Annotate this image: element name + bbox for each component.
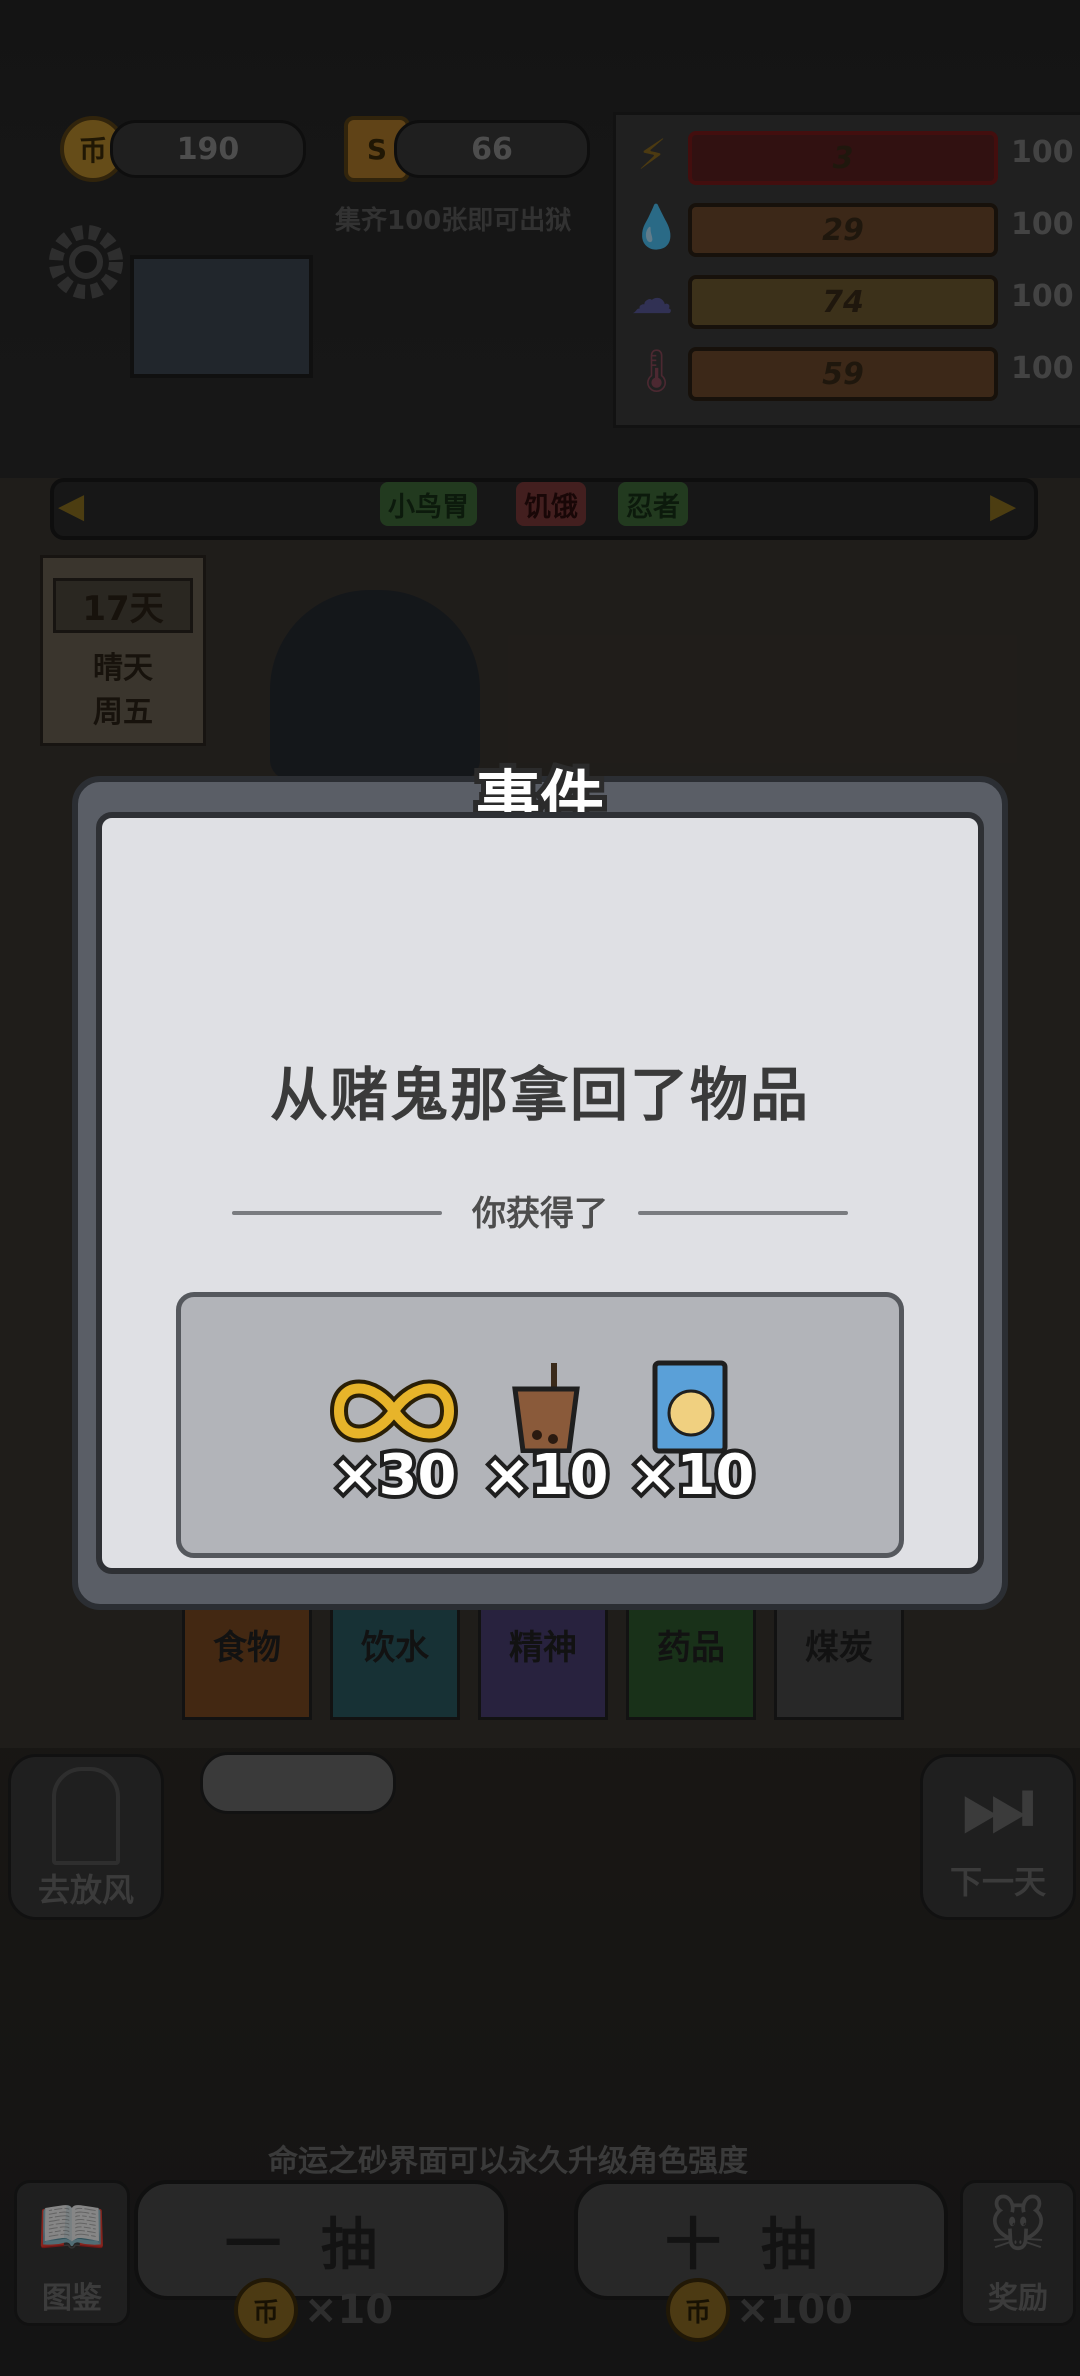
energy-bar: 3 [688,131,998,185]
reward-label: 奖励 [988,2281,1048,2316]
golden-infinity-icon [329,1379,459,1443]
event-message: 从赌鬼那拿回了物品 [269,1061,810,1129]
mind-row: ☁ 74 100 [616,269,1080,329]
reward-qty: ×30 [328,1439,461,1512]
mind-max: 100 [1011,279,1074,314]
water-drop-icon: 💧 [630,202,683,251]
coin-icon: 币 [666,2278,730,2342]
trait-tag-hungry: 饥饿 [516,482,586,526]
category-coal-button[interactable]: 煤炭 [774,1605,904,1720]
category-food-button[interactable]: 食物 [182,1605,312,1720]
single-draw-cost-value: ×10 [304,2287,394,2333]
water-row: 💧 29 100 [616,197,1080,257]
mouse-icon: 🐭 [988,2195,1048,2260]
category-mind-button[interactable]: 精神 [478,1605,608,1720]
milk-tea-icon [512,1363,580,1453]
go-outside-button[interactable]: 去放风 [8,1754,164,1920]
thought-bubble [200,1752,396,1814]
category-medicine-button[interactable]: 药品 [626,1605,756,1720]
temperature-bar: 59 [688,347,998,401]
next-day-label: 下一天 [949,1863,1046,1901]
weekday-label: 周五 [93,695,153,730]
settings-gear-icon[interactable] [42,218,130,306]
day-counter: 17天 [53,578,193,633]
prev-arrow-icon[interactable]: ◀ [58,486,84,526]
energy-row: ⚡ 3 100 [616,125,1080,185]
reward-box: ×30 ×10 ×10 [176,1292,904,1558]
next-day-button[interactable]: ⏭ 下一天 [920,1754,1076,1920]
temperature-row: 🌡 59 100 [616,341,1080,401]
ticket-counter: 66 [394,120,590,178]
event-modal: 事件 从赌鬼那拿回了物品 你获得了 ×30 ×10 ×10 [72,760,1008,1610]
lightning-icon: ⚡ [637,130,667,179]
reward-item: ×10 [471,1363,612,1512]
go-outside-label: 去放风 [37,1871,134,1909]
collect-tip: 集齐100张即可出狱 [335,206,572,236]
weather-label: 晴天 [93,651,153,686]
album-label: 图鉴 [42,2281,102,2316]
trait-tag-small-stomach: 小鸟胃 [380,482,477,526]
skip-forward-icon: ⏭ [962,1760,1034,1853]
water-bar: 29 [688,203,998,257]
water-max: 100 [1011,207,1074,242]
prisoner-monitor [130,255,313,378]
reward-item: ×10 [617,1360,758,1512]
door-icon [52,1767,120,1865]
temperature-max: 100 [1011,351,1074,386]
single-draw-cost: 币 ×10 [234,2278,393,2342]
ten-draw-cost-value: ×100 [736,2287,854,2333]
next-arrow-icon[interactable]: ▶ [990,486,1016,526]
reward-button[interactable]: 🐭 奖励 [960,2180,1076,2326]
calendar-board: 17天 晴天 周五 [40,555,206,746]
reward-qty: ×10 [626,1439,759,1512]
divider-right [638,1211,848,1215]
modal-body: 从赌鬼那拿回了物品 你获得了 ×30 ×10 ×10 [96,812,984,1574]
album-button[interactable]: 📖 图鉴 [14,2180,130,2326]
book-icon: 📖 [37,2195,107,2260]
energy-max: 100 [1011,135,1074,170]
reward-qty: ×10 [480,1439,613,1512]
manga-book-icon [652,1360,728,1454]
category-water-button[interactable]: 饮水 [330,1605,460,1720]
ten-draw-cost: 币 ×100 [666,2278,853,2342]
mind-bar: 74 [688,275,998,329]
stats-panel: ⚡ 3 100 💧 29 100 ☁ 74 100 🌡 59 100 [613,112,1080,428]
brain-icon: ☁ [631,274,673,323]
trait-tag-ninja: 忍者 [618,482,688,526]
coin-icon: 币 [234,2278,298,2342]
thermometer-icon: 🌡 [630,346,684,395]
reward-item: ×30 [319,1371,460,1512]
coin-counter: 190 [110,120,306,178]
fate-sand-tip: 命运之砂界面可以永久升级角色强度 [268,2144,748,2179]
